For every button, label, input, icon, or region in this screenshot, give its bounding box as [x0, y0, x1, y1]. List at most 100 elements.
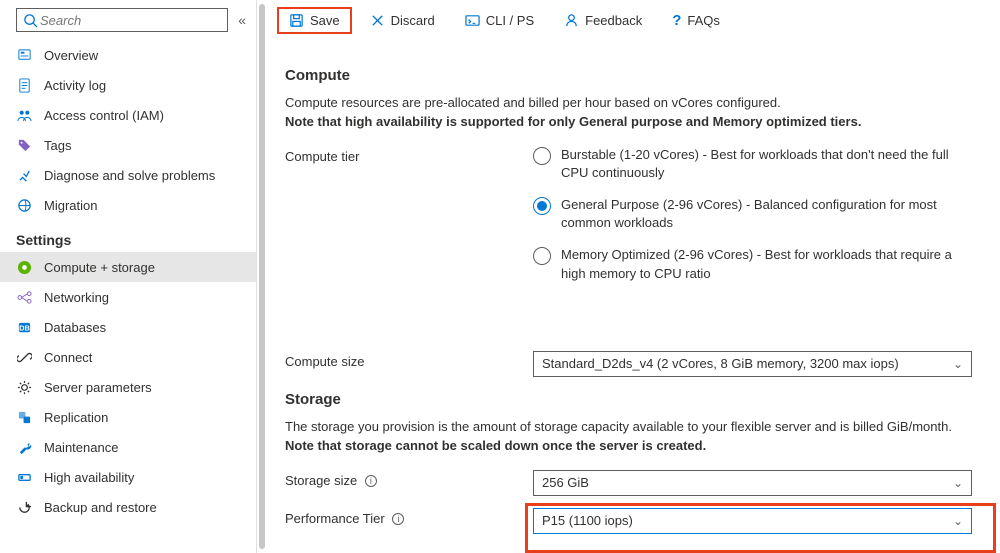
- backup-restore-icon: [16, 499, 32, 515]
- compute-size-value: Standard_D2ds_v4 (2 vCores, 8 GiB memory…: [542, 356, 899, 371]
- sidebar: « Overview Activity log Access control (…: [0, 0, 257, 553]
- overview-icon: [16, 47, 32, 63]
- faqs-button[interactable]: ? FAQs: [660, 6, 732, 35]
- sidebar-item-migration[interactable]: Migration: [0, 190, 256, 220]
- search-icon: [23, 12, 38, 28]
- sidebar-item-databases[interactable]: DB Databases: [0, 312, 256, 342]
- databases-icon: DB: [16, 319, 32, 335]
- sidebar-item-label: Networking: [44, 290, 109, 305]
- sidebar-item-label: Maintenance: [44, 440, 118, 455]
- sidebar-item-maintenance[interactable]: Maintenance: [0, 432, 256, 462]
- storage-description: The storage you provision is the amount …: [285, 418, 972, 456]
- sidebar-item-label: Connect: [44, 350, 92, 365]
- save-button[interactable]: Save: [277, 7, 352, 34]
- connect-icon: [16, 349, 32, 365]
- cli-button[interactable]: CLI / PS: [453, 7, 546, 34]
- storage-desc-text: The storage you provision is the amount …: [285, 419, 952, 434]
- migration-icon: [16, 197, 32, 213]
- sidebar-item-connect[interactable]: Connect: [0, 342, 256, 372]
- compute-storage-icon: [16, 259, 32, 275]
- sidebar-item-label: Compute + storage: [44, 260, 155, 275]
- performance-tier-dropdown[interactable]: P15 (1100 iops) ⌄: [533, 508, 972, 534]
- cli-label: CLI / PS: [486, 13, 534, 28]
- feedback-icon: [564, 13, 579, 28]
- sidebar-item-label: Backup and restore: [44, 500, 157, 515]
- sidebar-item-diagnose[interactable]: Diagnose and solve problems: [0, 160, 256, 190]
- server-params-icon: [16, 379, 32, 395]
- radio-label: General Purpose (2-96 vCores) - Balanced…: [561, 196, 972, 232]
- compute-description: Compute resources are pre-allocated and …: [285, 94, 972, 132]
- performance-tier-label: Performance Tier i: [285, 508, 533, 526]
- tags-icon: [16, 137, 32, 153]
- sidebar-item-label: Databases: [44, 320, 106, 335]
- radio-label: Burstable (1-20 vCores) - Best for workl…: [561, 146, 972, 182]
- compute-tier-label: Compute tier: [285, 146, 533, 164]
- access-control-icon: [16, 107, 32, 123]
- chevron-down-icon: ⌄: [953, 514, 963, 528]
- compute-size-label: Compute size: [285, 351, 533, 369]
- feedback-button[interactable]: Feedback: [552, 7, 654, 34]
- radio-label: Memory Optimized (2-96 vCores) - Best fo…: [561, 246, 972, 282]
- sidebar-item-backup-restore[interactable]: Backup and restore: [0, 492, 256, 522]
- networking-icon: [16, 289, 32, 305]
- sidebar-item-label: Replication: [44, 410, 108, 425]
- sidebar-section-settings: Settings: [0, 220, 256, 252]
- sidebar-item-replication[interactable]: Replication: [0, 402, 256, 432]
- sidebar-item-label: Migration: [44, 198, 97, 213]
- storage-size-label: Storage size i: [285, 470, 533, 488]
- info-icon[interactable]: i: [365, 475, 377, 487]
- search-input[interactable]: [16, 8, 228, 32]
- sidebar-item-label: Server parameters: [44, 380, 152, 395]
- cli-icon: [465, 13, 480, 28]
- replication-icon: [16, 409, 32, 425]
- storage-size-value: 256 GiB: [542, 475, 589, 490]
- compute-desc-text: Compute resources are pre-allocated and …: [285, 95, 781, 110]
- radio-memory-optimized[interactable]: Memory Optimized (2-96 vCores) - Best fo…: [533, 246, 972, 282]
- sidebar-item-networking[interactable]: Networking: [0, 282, 256, 312]
- storage-desc-note: Note that storage cannot be scaled down …: [285, 438, 706, 453]
- radio-burstable[interactable]: Burstable (1-20 vCores) - Best for workl…: [533, 146, 972, 182]
- sidebar-item-tags[interactable]: Tags: [0, 130, 256, 160]
- main-panel: Save Discard CLI / PS Feedback: [257, 0, 1000, 553]
- radio-icon: [533, 147, 551, 165]
- compute-tier-radio-group: Burstable (1-20 vCores) - Best for workl…: [533, 146, 972, 283]
- sidebar-item-high-availability[interactable]: High availability: [0, 462, 256, 492]
- sidebar-item-compute-storage[interactable]: Compute + storage: [0, 252, 256, 282]
- maintenance-icon: [16, 439, 32, 455]
- compute-title: Compute: [285, 67, 972, 84]
- radio-icon: [533, 197, 551, 215]
- toolbar: Save Discard CLI / PS Feedback: [257, 0, 1000, 41]
- sidebar-item-label: Tags: [44, 138, 71, 153]
- sidebar-item-label: Activity log: [44, 78, 106, 93]
- discard-button[interactable]: Discard: [358, 7, 447, 34]
- scrollbar[interactable]: [259, 4, 265, 549]
- svg-text:DB: DB: [19, 323, 30, 332]
- faqs-label: FAQs: [687, 13, 720, 28]
- storage-size-dropdown[interactable]: 256 GiB ⌄: [533, 470, 972, 496]
- compute-size-dropdown[interactable]: Standard_D2ds_v4 (2 vCores, 8 GiB memory…: [533, 351, 972, 377]
- sidebar-item-overview[interactable]: Overview: [0, 40, 256, 70]
- sidebar-item-label: High availability: [44, 470, 134, 485]
- content-area: Compute Compute resources are pre-alloca…: [257, 41, 1000, 553]
- search-field[interactable]: [38, 12, 221, 29]
- sidebar-item-label: Diagnose and solve problems: [44, 168, 215, 183]
- activity-log-icon: [16, 77, 32, 93]
- sidebar-item-label: Access control (IAM): [44, 108, 164, 123]
- feedback-label: Feedback: [585, 13, 642, 28]
- storage-title: Storage: [285, 391, 972, 408]
- faqs-icon: ?: [672, 12, 681, 29]
- chevron-down-icon: ⌄: [953, 357, 963, 371]
- info-icon[interactable]: i: [392, 513, 404, 525]
- radio-icon: [533, 247, 551, 265]
- discard-label: Discard: [391, 13, 435, 28]
- save-label: Save: [310, 13, 340, 28]
- sidebar-item-label: Overview: [44, 48, 98, 63]
- diagnose-icon: [16, 167, 32, 183]
- collapse-sidebar-button[interactable]: «: [238, 12, 246, 28]
- radio-general-purpose[interactable]: General Purpose (2-96 vCores) - Balanced…: [533, 196, 972, 232]
- performance-tier-value: P15 (1100 iops): [542, 513, 633, 528]
- sidebar-item-server-params[interactable]: Server parameters: [0, 372, 256, 402]
- high-availability-icon: [16, 469, 32, 485]
- sidebar-item-activity-log[interactable]: Activity log: [0, 70, 256, 100]
- sidebar-item-access-control[interactable]: Access control (IAM): [0, 100, 256, 130]
